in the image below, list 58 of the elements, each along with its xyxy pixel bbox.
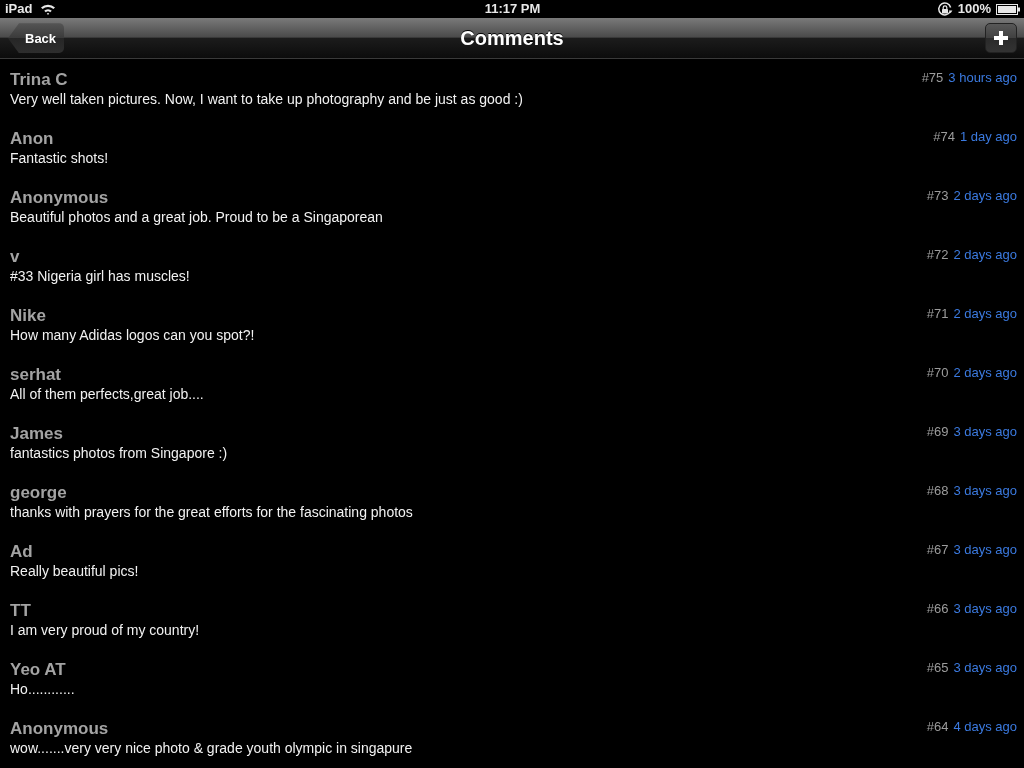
- comment-text: How many Adidas logos can you spot?!: [10, 326, 255, 344]
- comment-time: 3 days ago: [953, 601, 1017, 617]
- comment-text: Ho............: [10, 680, 75, 698]
- comment-author: Nike: [10, 306, 47, 326]
- comment-time: 3 days ago: [953, 542, 1017, 558]
- comment-time: 3 days ago: [953, 424, 1017, 440]
- comment-author: Trina C: [10, 70, 69, 90]
- comment-number: #68: [926, 483, 949, 499]
- comment-author: TT: [10, 601, 32, 621]
- comment-author: george: [10, 483, 68, 503]
- comment-number: #70: [926, 365, 949, 381]
- comment-number: #71: [926, 306, 949, 322]
- comment-number: #64: [926, 719, 949, 735]
- rotation-lock-icon: [936, 1, 953, 17]
- comment-text: Beautiful photos and a great job. Proud to be a Singaporean: [10, 208, 383, 226]
- comment-author: Anonymous: [10, 719, 110, 739]
- comment-time: 3 hours ago: [948, 70, 1017, 86]
- comment-time: 3 days ago: [953, 483, 1017, 499]
- comment-author: Ad: [10, 542, 34, 562]
- comment-time: 4 days ago: [953, 719, 1017, 735]
- back-button[interactable]: Back: [8, 23, 65, 54]
- comment-number: #66: [926, 601, 949, 617]
- comment-number: #65: [926, 660, 949, 676]
- comment-text: thanks with prayers for the great efforts for the fascinating photos: [10, 503, 413, 521]
- comment-text: All of them perfects,great job....: [10, 385, 204, 403]
- comment-author: Yeo AT: [10, 660, 67, 680]
- comment-text: #33 Nigeria girl has muscles!: [10, 267, 190, 285]
- comment-time: 1 day ago: [959, 129, 1017, 145]
- comment-number: #73: [926, 188, 949, 204]
- comment-time: 2 days ago: [953, 306, 1017, 322]
- add-button[interactable]: [985, 23, 1017, 54]
- comment-author: serhat: [10, 365, 63, 385]
- comment-author: Anonymous: [10, 188, 110, 208]
- comment-text: Really beautiful pics!: [10, 562, 139, 580]
- comment-author: James: [10, 424, 64, 444]
- plus-icon: [994, 31, 1008, 46]
- comment-text: Very well taken pictures. Now, I want to take up photography and be just as good :): [10, 90, 523, 108]
- comment-text: Fantastic shots!: [10, 149, 109, 167]
- wifi-icon: [40, 3, 57, 16]
- comment-number: #67: [926, 542, 949, 558]
- screen-title: Comments: [460, 26, 564, 50]
- status-time: 11:17 PM: [484, 1, 541, 18]
- comment-text: fantastics photos from Singapore :): [10, 444, 228, 462]
- battery-percentage: 100%: [957, 1, 991, 18]
- comment-number: #69: [926, 424, 949, 440]
- comment-time: 3 days ago: [953, 660, 1017, 676]
- battery-icon: [996, 3, 1020, 15]
- comment-time: 2 days ago: [953, 247, 1017, 263]
- comment-text: wow.......very very nice photo & grade youth olympic in singapure: [10, 739, 413, 757]
- comment-number: #74: [933, 129, 955, 145]
- comment-text: I am very proud of my country!: [10, 621, 200, 639]
- device-name: iPad: [5, 1, 33, 18]
- comment-author: v: [10, 247, 21, 267]
- comment-number: #75: [921, 70, 944, 86]
- comment-time: 2 days ago: [953, 188, 1017, 204]
- comment-number: #72: [926, 247, 949, 263]
- comment-author: Anon: [10, 129, 55, 149]
- comment-time: 2 days ago: [953, 365, 1017, 381]
